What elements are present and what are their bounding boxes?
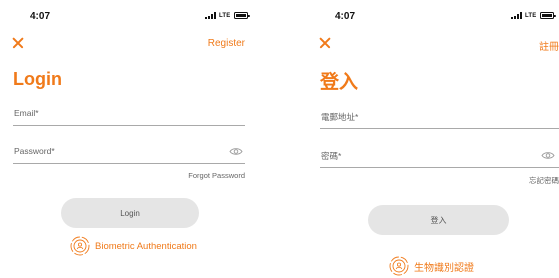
battery-icon [233, 12, 250, 19]
password-field[interactable]: Password* [13, 142, 245, 164]
status-bar-icons: LTE [205, 12, 250, 19]
signal-icon [205, 12, 216, 19]
close-icon[interactable] [11, 36, 25, 50]
eye-icon[interactable] [541, 151, 555, 160]
register-link[interactable]: 註冊 [539, 38, 559, 53]
status-bar-icons: LTE [511, 12, 556, 19]
email-field[interactable]: 電郵地址* [320, 107, 559, 129]
status-time: 4:07 [335, 11, 356, 22]
status-time: 4:07 [30, 11, 51, 22]
login-screen-english: 4:07 LTE Register Login Email* Password*… [0, 0, 260, 278]
network-type: LTE [525, 12, 537, 19]
network-type: LTE [219, 12, 231, 19]
close-icon[interactable] [318, 36, 332, 50]
email-label: 電郵地址* [321, 112, 359, 122]
page-title: Login [13, 69, 62, 89]
eye-icon[interactable] [229, 147, 243, 156]
biometric-label: 生物識別認證 [414, 262, 474, 274]
signal-icon [511, 12, 522, 19]
battery-icon [539, 12, 556, 19]
email-label: Email* [14, 108, 39, 118]
email-field[interactable]: Email* [13, 104, 245, 126]
password-label: 密碼* [321, 151, 342, 161]
forgot-password-link[interactable]: Forgot Password [188, 171, 245, 180]
password-label: Password* [14, 146, 55, 156]
register-link[interactable]: Register [208, 38, 245, 49]
biometric-authentication-button[interactable]: 生物識別認證 [389, 256, 474, 276]
biometric-label: Biometric Authentication [95, 240, 197, 252]
forgot-password-link[interactable]: 忘記密碼 [529, 175, 559, 186]
login-button[interactable]: Login [61, 198, 199, 228]
biometric-icon [389, 256, 409, 276]
login-button[interactable]: 登入 [368, 205, 509, 235]
biometric-authentication-button[interactable]: Biometric Authentication [70, 236, 197, 256]
login-screen-chinese: 4:07 LTE 註冊 登入 電郵地址* 密碼* 忘記密碼 登入 生物識別認證 [305, 0, 559, 278]
biometric-icon [70, 236, 90, 256]
password-field[interactable]: 密碼* [320, 146, 559, 168]
page-title: 登入 [320, 72, 359, 93]
